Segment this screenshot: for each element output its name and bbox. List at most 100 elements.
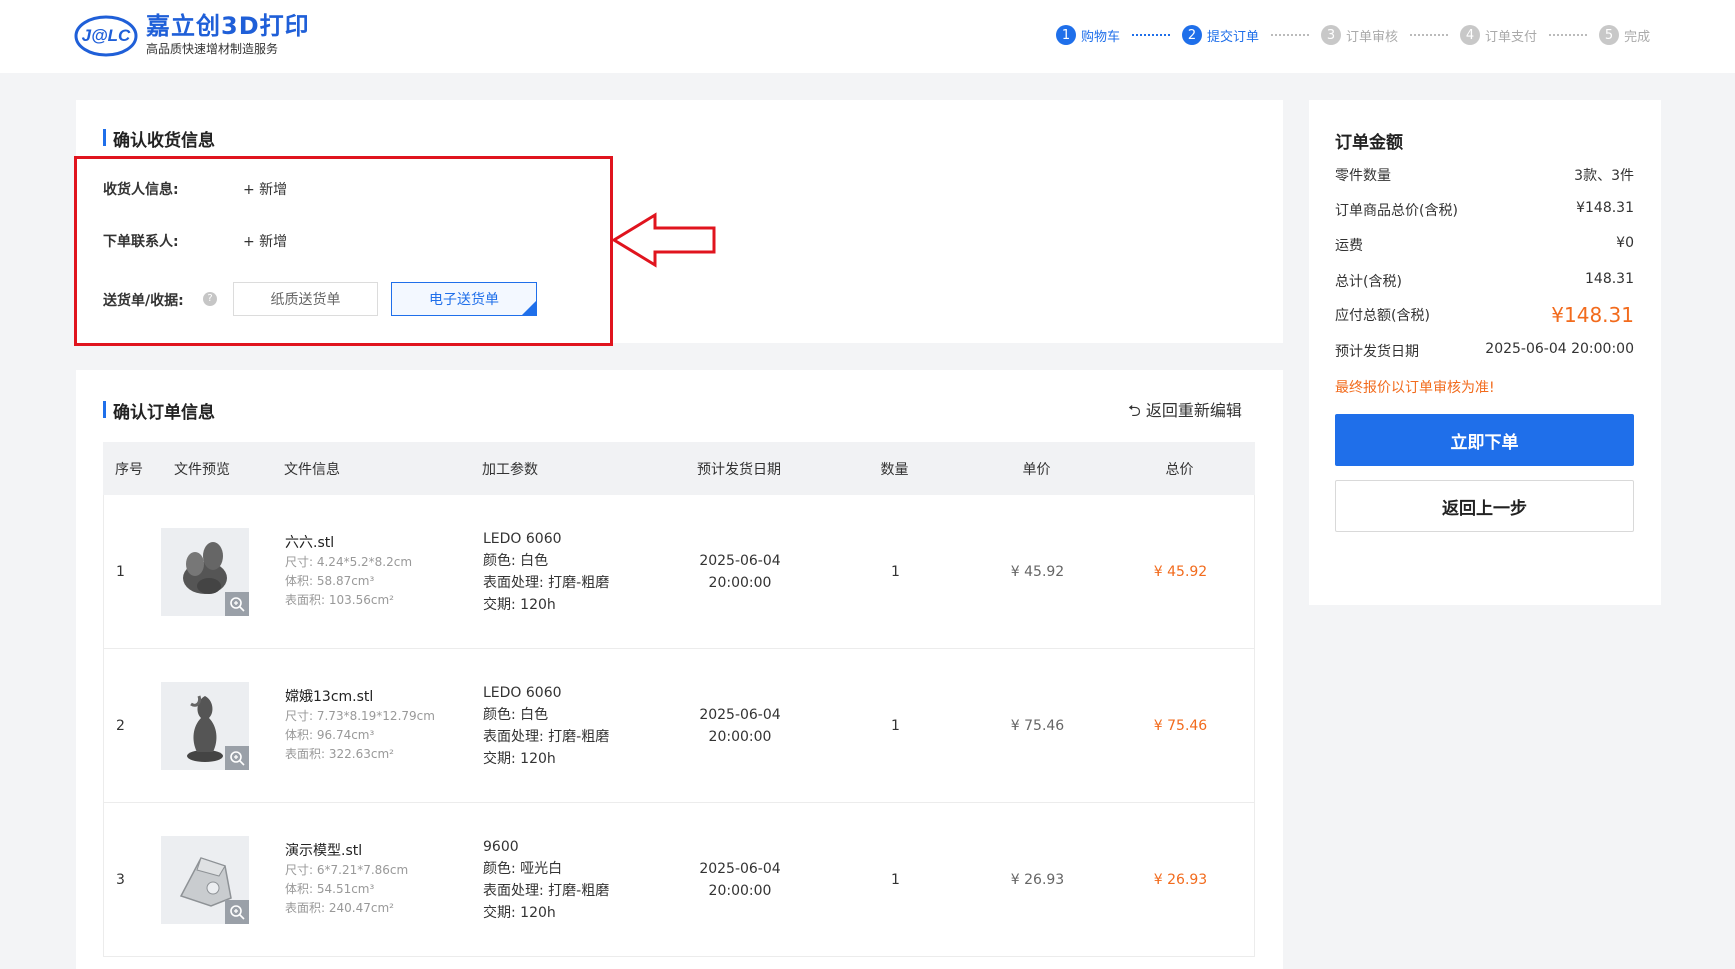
goods-total-label: 订单商品总价(含税) (1335, 203, 1458, 219)
file-surface: 表面积: 322.63cm² (285, 747, 394, 761)
ship-time: 20:00:00 (708, 728, 772, 745)
order-section-title: 确认订单信息 (103, 398, 215, 423)
model-thumbnail[interactable] (161, 681, 249, 770)
table-row: 3 演示模型.stl 尺寸: 6*7.21*7.86cm 体积: 54.51cm… (103, 803, 1255, 957)
ship-time: 20:00:00 (708, 882, 772, 899)
step-connector (1549, 34, 1588, 36)
summary-shipping-row: 运费 ¥0 (1335, 235, 1634, 255)
file-name: 演示模型.stl (285, 843, 363, 859)
ship-date: 2025-06-04 (699, 860, 781, 877)
file-surface: 表面积: 240.47cm² (285, 901, 394, 915)
col-ship-date: 预计发货日期 (697, 461, 781, 478)
table-header: 序号 文件预览 文件信息 加工参数 预计发货日期 数量 单价 总价 (103, 442, 1255, 495)
step-cart[interactable]: 1 购物车 (1056, 25, 1120, 45)
summary-parts-row: 零件数量 3款、3件 (1335, 165, 1634, 185)
payable-label: 应付总额(含税) (1335, 308, 1430, 324)
step-connector (1410, 34, 1449, 36)
step-connector (1271, 34, 1310, 36)
lead-time: 交期: 120h (483, 596, 556, 613)
logo-mark-text: J@LC (82, 26, 131, 45)
payable-value: ¥148.31 (1551, 303, 1634, 327)
material: 9600 (483, 838, 519, 855)
table-row: 2 嫦娥13cm.stl 尺寸: 7.73*8.19*12.79cm 体积: 9… (103, 649, 1255, 803)
quantity: 1 (891, 563, 900, 580)
model-thumbnail[interactable] (161, 835, 249, 924)
shipping-fee-value: ¥0 (1616, 235, 1634, 251)
total-price: ¥ 26.93 (1153, 871, 1208, 888)
logo-subtitle: 高品质快速增材制造服务 (146, 42, 279, 56)
file-volume: 体积: 54.51cm³ (285, 882, 375, 896)
progress-steps: 1 购物车 2 提交订单 3 订单审核 4 订单支付 5 完成 (1056, 25, 1650, 45)
file-size: 尺寸: 6*7.21*7.86cm (285, 863, 409, 877)
total-price: ¥ 75.46 (1153, 717, 1208, 734)
summary-total-row: 总计(含税) 148.31 (1335, 271, 1634, 291)
ship-date: 2025-06-04 (699, 552, 781, 569)
step-submit-order: 2 提交订单 (1182, 25, 1259, 45)
top-header: J@LC 嘉立创3D打印 高品质快速增材制造服务 1 购物车 2 提交订单 3 … (0, 0, 1735, 73)
step-number: 4 (1460, 25, 1481, 45)
ship-date-value: 2025-06-04 20:00:00 (1485, 341, 1634, 357)
step-complete: 5 完成 (1599, 25, 1650, 45)
total-value: 148.31 (1585, 271, 1634, 287)
total-label: 总计(含税) (1335, 274, 1402, 290)
summary-ship-date-row: 预计发货日期 2025-06-04 20:00:00 (1335, 341, 1634, 361)
order-table: 序号 文件预览 文件信息 加工参数 预计发货日期 数量 单价 总价 1 六六.s… (103, 442, 1255, 957)
file-size: 尺寸: 7.73*8.19*12.79cm (285, 709, 435, 723)
highlight-annotation-box (74, 156, 613, 346)
summary-goods-row: 订单商品总价(含税) ¥148.31 (1335, 200, 1634, 220)
step-label: 购物车 (1081, 29, 1121, 45)
step-review: 3 订单审核 (1321, 25, 1398, 45)
color: 颜色: 白色 (483, 706, 549, 723)
col-quantity: 数量 (880, 461, 909, 478)
price-notice: 最终报价以订单审核为准! (1335, 380, 1495, 396)
file-surface: 表面积: 103.56cm² (285, 593, 394, 607)
place-order-button[interactable]: 立即下单 (1335, 414, 1634, 466)
file-size: 尺寸: 4.24*5.2*8.2cm (285, 555, 413, 569)
step-number: 5 (1599, 25, 1620, 45)
arrow-left-icon (611, 212, 716, 268)
step-label: 完成 (1624, 29, 1651, 45)
parts-label: 零件数量 (1335, 168, 1391, 184)
shipping-fee-label: 运费 (1335, 238, 1363, 254)
shipping-section-title: 确认收货信息 (103, 126, 215, 151)
col-index: 序号 (115, 461, 143, 478)
step-connector (1132, 34, 1171, 36)
file-volume: 体积: 96.74cm³ (285, 728, 375, 742)
step-number: 1 (1056, 25, 1076, 45)
zoom-in-icon[interactable] (225, 745, 249, 770)
quantity: 1 (891, 871, 900, 888)
total-price: ¥ 45.92 (1153, 563, 1208, 580)
material: LEDO 6060 (483, 684, 562, 701)
lead-time: 交期: 120h (483, 750, 556, 767)
back-button[interactable]: 返回上一步 (1335, 480, 1634, 532)
col-preview: 文件预览 (174, 461, 230, 478)
surface-finish: 表面处理: 打磨-粗磨 (483, 728, 610, 745)
ship-date-label: 预计发货日期 (1335, 344, 1419, 360)
logo[interactable]: J@LC 嘉立创3D打印 高品质快速增材制造服务 (74, 12, 310, 58)
step-label: 订单审核 (1346, 29, 1399, 45)
material: LEDO 6060 (483, 530, 562, 547)
quantity: 1 (891, 717, 900, 734)
col-unit-price: 单价 (1022, 461, 1051, 478)
back-edit-link[interactable]: ⮌ 返回重新编辑 (1128, 397, 1242, 427)
summary-title: 订单金额 (1335, 133, 1403, 153)
col-total: 总价 (1165, 461, 1194, 478)
model-thumbnail[interactable] (161, 527, 249, 616)
step-number: 3 (1321, 25, 1342, 45)
col-file-info: 文件信息 (284, 461, 340, 478)
zoom-in-icon[interactable] (225, 899, 249, 924)
unit-price: ¥ 26.93 (1010, 871, 1065, 888)
step-payment: 4 订单支付 (1460, 25, 1537, 45)
file-volume: 体积: 58.87cm³ (285, 574, 375, 588)
zoom-in-icon[interactable] (225, 591, 249, 616)
step-number: 2 (1182, 25, 1203, 45)
step-label: 订单支付 (1485, 29, 1538, 45)
col-process: 加工参数 (482, 461, 538, 478)
color: 颜色: 白色 (483, 552, 549, 569)
ship-time: 20:00:00 (708, 574, 772, 591)
parts-value: 3款、3件 (1574, 168, 1634, 184)
color: 颜色: 哑光白 (483, 860, 563, 877)
surface-finish: 表面处理: 打磨-粗磨 (483, 882, 610, 899)
step-label: 提交订单 (1207, 29, 1260, 45)
table-row: 1 六六.stl 尺寸: 4.24*5.2*8.2cm 体积: 58.87cm³… (103, 495, 1255, 649)
